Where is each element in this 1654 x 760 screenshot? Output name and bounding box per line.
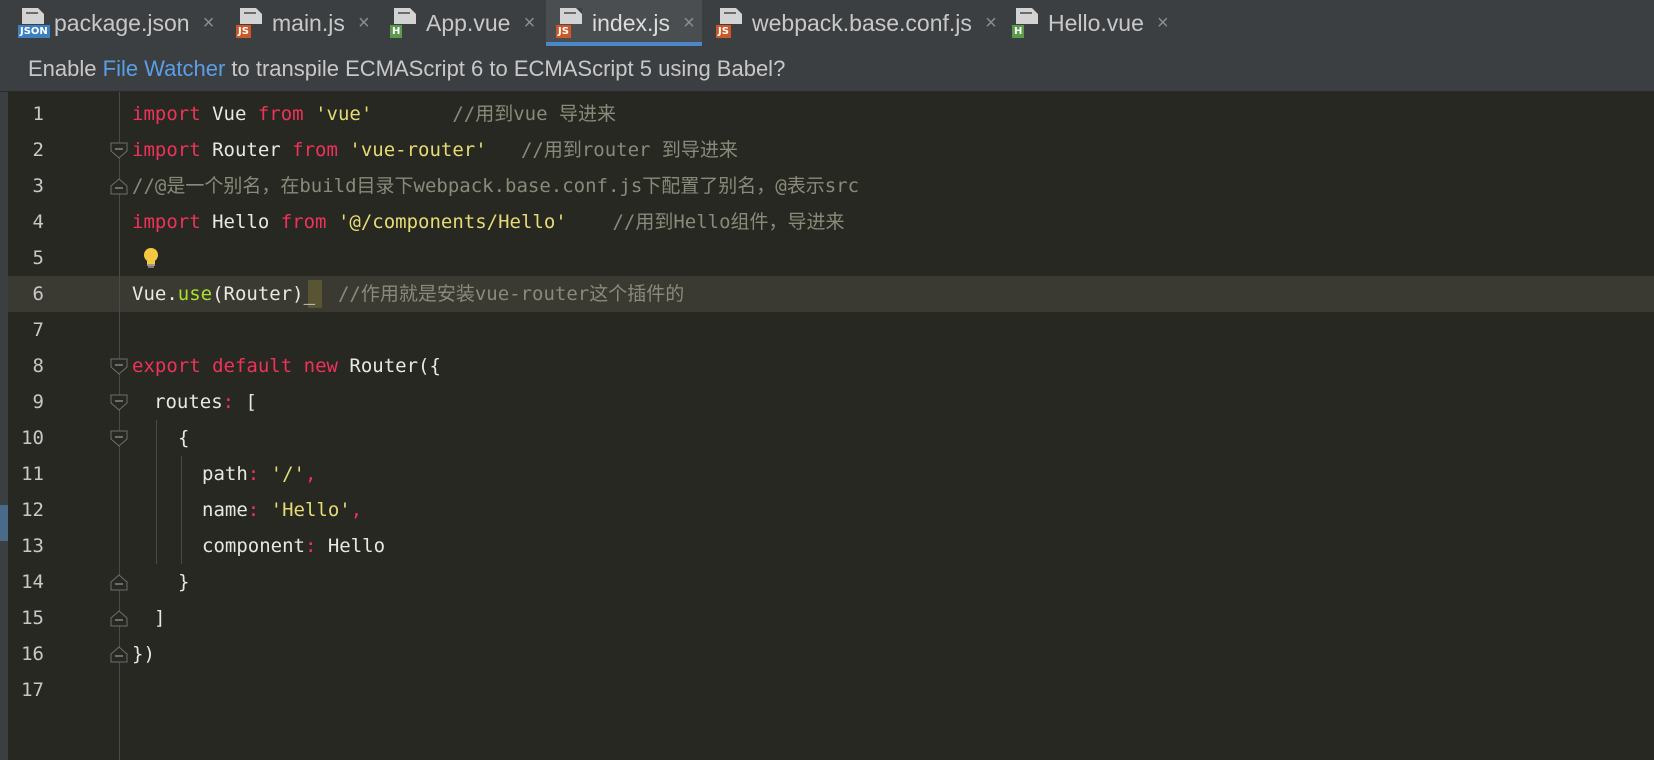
close-icon[interactable]: × bbox=[200, 12, 218, 35]
js-file-icon: JS bbox=[236, 8, 266, 38]
tab-label: Hello.vue bbox=[1048, 9, 1144, 36]
file-watcher-banner: Enable File Watcher to transpile ECMAScr… bbox=[0, 46, 1654, 92]
tab-label: webpack.base.conf.js bbox=[752, 9, 972, 36]
code-line-16[interactable]: }) bbox=[132, 636, 155, 672]
tab-label: App.vue bbox=[426, 9, 511, 36]
tab-label: package.json bbox=[54, 9, 190, 36]
close-icon[interactable]: × bbox=[520, 12, 538, 35]
line-number: 1 bbox=[32, 103, 44, 125]
code-line-1[interactable]: import Vue from 'vue' //用到vue 导进来 bbox=[132, 96, 616, 132]
left-strip bbox=[0, 92, 8, 760]
code-line-8[interactable]: export default new Router({ bbox=[132, 348, 441, 384]
lightbulb-icon[interactable] bbox=[140, 247, 162, 269]
line-number: 4 bbox=[32, 211, 44, 233]
code-line-14[interactable]: } bbox=[178, 564, 189, 600]
line-number: 2 bbox=[32, 139, 44, 161]
line-number: 13 bbox=[21, 535, 44, 557]
tab-package-json[interactable]: JSON package.json × bbox=[18, 0, 218, 46]
code-line-13[interactable]: component: Hello bbox=[202, 528, 385, 564]
indent-guide bbox=[181, 456, 182, 564]
code-editor[interactable]: 1 2 3 4 5 6 7 8 9 10 11 12 13 14 15 16 1… bbox=[0, 92, 1654, 760]
tab-index-js[interactable]: JS index.js × bbox=[546, 0, 702, 46]
code-line-3[interactable]: //@是一个别名，在build目录下webpack.base.conf.js下配… bbox=[132, 168, 859, 204]
code-line-15[interactable]: ] bbox=[154, 600, 165, 636]
code-line-2[interactable]: import Router from 'vue-router' //用到rout… bbox=[132, 132, 738, 168]
tab-label: index.js bbox=[592, 9, 670, 36]
code-line-9[interactable]: routes: [ bbox=[154, 384, 257, 420]
line-number: 17 bbox=[21, 679, 44, 701]
line-number: 9 bbox=[32, 391, 44, 413]
code-line-6[interactable]: Vue.use(Router)_ //作用就是安装vue-router这个插件的 bbox=[132, 276, 684, 312]
fold-marker-icon[interactable] bbox=[110, 92, 130, 760]
line-number: 7 bbox=[32, 319, 44, 341]
code-line-12[interactable]: name: 'Hello', bbox=[202, 492, 362, 528]
tab-app-vue[interactable]: H App.vue × bbox=[390, 0, 538, 46]
tab-main-js[interactable]: JS main.js × bbox=[236, 0, 373, 46]
close-icon[interactable]: × bbox=[982, 12, 1000, 35]
vue-file-icon: H bbox=[390, 8, 420, 38]
close-icon[interactable]: × bbox=[355, 12, 373, 35]
line-number: 11 bbox=[21, 463, 44, 485]
line-number: 16 bbox=[21, 643, 44, 665]
code-line-11[interactable]: path: '/', bbox=[202, 456, 316, 492]
line-number: 8 bbox=[32, 355, 44, 377]
vue-file-icon: H bbox=[1012, 8, 1042, 38]
js-file-icon: JS bbox=[716, 8, 746, 38]
tab-hello-vue[interactable]: H Hello.vue × bbox=[1012, 0, 1172, 46]
close-icon[interactable]: × bbox=[680, 12, 698, 35]
tab-webpack-base-conf-js[interactable]: JS webpack.base.conf.js × bbox=[716, 0, 1000, 46]
close-icon[interactable]: × bbox=[1154, 12, 1172, 35]
line-number: 10 bbox=[21, 427, 44, 449]
line-number: 5 bbox=[32, 247, 44, 269]
json-file-icon: JSON bbox=[18, 8, 50, 38]
line-number: 14 bbox=[21, 571, 44, 593]
code-line-10[interactable]: { bbox=[178, 420, 189, 456]
js-file-icon: JS bbox=[556, 8, 586, 38]
code-line-4[interactable]: import Hello from '@/components/Hello' /… bbox=[132, 204, 845, 240]
indent-guide bbox=[156, 420, 157, 564]
line-number: 3 bbox=[32, 175, 44, 197]
tab-label: main.js bbox=[272, 9, 345, 36]
editor-tab-bar: JSON package.json × JS main.js × H App.v… bbox=[0, 0, 1654, 46]
line-number: 15 bbox=[21, 607, 44, 629]
banner-text: Enable File Watcher to transpile ECMAScr… bbox=[28, 55, 786, 81]
file-watcher-link[interactable]: File Watcher bbox=[103, 56, 226, 81]
line-number: 12 bbox=[21, 499, 44, 521]
line-number: 6 bbox=[32, 283, 44, 305]
